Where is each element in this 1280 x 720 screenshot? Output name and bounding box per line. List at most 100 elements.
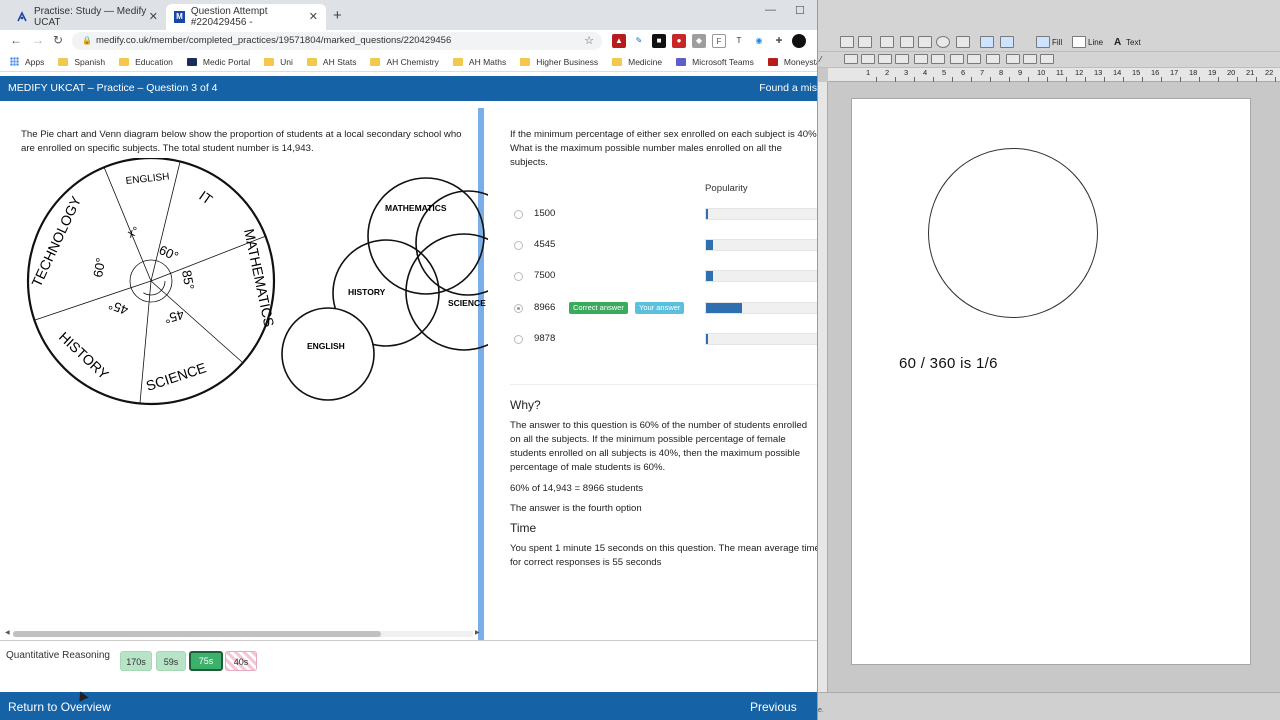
italic-icon[interactable]: ⁄ bbox=[820, 55, 821, 64]
option-value: 1500 bbox=[534, 208, 556, 219]
apps-grid-icon bbox=[10, 57, 19, 66]
bullets-icon[interactable] bbox=[914, 54, 928, 64]
bookmark-ah-stats[interactable]: AH Stats bbox=[306, 57, 356, 67]
font-size-icon[interactable] bbox=[986, 54, 1000, 64]
profile-icon[interactable] bbox=[792, 34, 806, 48]
text-label[interactable]: Text bbox=[1126, 38, 1141, 47]
bookmark-star-icon[interactable]: ☆ bbox=[584, 32, 594, 50]
bookmark-ah-chemistry[interactable]: AH Chemistry bbox=[370, 57, 439, 67]
ruler-tick bbox=[1256, 77, 1257, 82]
answer-option[interactable]: 1500 bbox=[514, 208, 817, 222]
indent-increase-icon[interactable] bbox=[967, 54, 981, 64]
url-field[interactable]: 🔒 medify.co.uk/member/completed_practice… bbox=[72, 32, 602, 50]
shrink-font-icon[interactable] bbox=[1023, 54, 1037, 64]
grid-tool-icon[interactable] bbox=[900, 36, 914, 48]
image-tool-icon[interactable] bbox=[918, 36, 932, 48]
bookmark-uni[interactable]: Uni bbox=[264, 57, 293, 67]
indent-decrease-icon[interactable] bbox=[950, 54, 964, 64]
radio-button[interactable] bbox=[514, 304, 523, 313]
shape-tool-icon[interactable] bbox=[840, 36, 854, 48]
popularity-fill bbox=[706, 334, 708, 344]
bookmark-ah-maths[interactable]: AH Maths bbox=[452, 57, 506, 67]
reload-icon[interactable]: ↻ bbox=[53, 33, 63, 47]
numbering-icon[interactable] bbox=[931, 54, 945, 64]
scroll-thumb[interactable] bbox=[13, 631, 381, 637]
align-center-icon[interactable] bbox=[861, 54, 875, 64]
maximize-icon[interactable]: ☐ bbox=[795, 4, 805, 17]
previous-button[interactable]: Previous bbox=[750, 692, 797, 720]
grey-extension-icon[interactable]: ◆ bbox=[692, 34, 706, 48]
bookmark-medicine[interactable]: Medicine bbox=[612, 57, 662, 67]
grow-font-icon[interactable] bbox=[1006, 54, 1020, 64]
bookmark-education[interactable]: Education bbox=[119, 57, 173, 67]
answer-option[interactable]: 9878 bbox=[514, 333, 817, 347]
pen-extension-icon[interactable]: ✎ bbox=[632, 34, 646, 48]
bookmark-moneystats[interactable]: Moneystats bbox=[767, 57, 817, 67]
arrange-icon[interactable] bbox=[956, 36, 970, 48]
ruler-tick bbox=[1009, 77, 1010, 82]
line-label[interactable]: Line bbox=[1088, 38, 1103, 47]
question-3-button[interactable]: 75s bbox=[189, 651, 223, 671]
answer-option[interactable]: 4545 bbox=[514, 239, 817, 253]
popularity-fill bbox=[706, 303, 742, 313]
answer-option[interactable]: 8966 Correct answer Your answer bbox=[514, 302, 817, 316]
print-icon[interactable] bbox=[880, 36, 894, 48]
select-tool-icon[interactable] bbox=[1000, 36, 1014, 48]
text-color-icon[interactable]: A bbox=[1114, 37, 1121, 48]
bookmark-higher-business[interactable]: Higher Business bbox=[520, 57, 598, 67]
lock-icon: 🔒 bbox=[82, 36, 92, 45]
red-extension-icon[interactable]: ● bbox=[672, 34, 686, 48]
scroll-left-icon[interactable]: ◀ bbox=[5, 629, 10, 636]
audio-extension-icon[interactable]: ◉ bbox=[752, 34, 766, 48]
scroll-right-icon[interactable]: ▶ bbox=[475, 629, 480, 636]
tab-question-attempt[interactable]: M Question Attempt #220429456 - ✕ bbox=[166, 4, 326, 30]
question-2-button[interactable]: 59s bbox=[156, 651, 186, 671]
close-tab-icon[interactable]: ✕ bbox=[309, 10, 318, 23]
justify-icon[interactable] bbox=[895, 54, 909, 64]
radio-button[interactable] bbox=[514, 272, 523, 281]
answer-option[interactable]: 7500 bbox=[514, 270, 817, 284]
info-icon[interactable] bbox=[936, 36, 950, 48]
text-note[interactable]: 60 / 360 is 1/6 bbox=[899, 355, 998, 372]
fill-label[interactable]: Fill bbox=[1052, 38, 1062, 47]
fill-color-icon[interactable] bbox=[1036, 36, 1050, 48]
bookmark-apps[interactable]: Apps bbox=[10, 57, 44, 67]
bookmark-medic-portal[interactable]: Medic Portal bbox=[186, 57, 250, 67]
bookmark-microsoft-teams[interactable]: Microsoft Teams bbox=[676, 57, 754, 67]
bookmark-spanish[interactable]: Spanish bbox=[58, 57, 105, 67]
drawing-page[interactable]: 60 / 360 is 1/6 bbox=[851, 98, 1251, 665]
minimize-icon[interactable]: — bbox=[765, 4, 776, 16]
square-extension-icon[interactable]: ■ bbox=[652, 34, 666, 48]
question-1-button[interactable]: 170s bbox=[120, 651, 152, 671]
text-extension-icon[interactable]: T bbox=[732, 34, 746, 48]
forward-icon[interactable]: → bbox=[32, 33, 44, 47]
ruler-tick bbox=[971, 77, 972, 82]
align-right-icon[interactable] bbox=[878, 54, 892, 64]
option-value: 9878 bbox=[534, 333, 556, 344]
new-tab-icon[interactable]: + bbox=[333, 7, 342, 24]
f-extension-icon[interactable]: F bbox=[712, 34, 726, 48]
popularity-fill bbox=[706, 240, 713, 250]
horizontal-scrollbar[interactable]: ◀ ▶ bbox=[5, 629, 480, 638]
tab-practise[interactable]: Practise: Study — Medify UCAT ✕ bbox=[8, 4, 166, 30]
radio-button[interactable] bbox=[514, 210, 523, 219]
paragraph-toolbar: ⁄ bbox=[818, 52, 1280, 68]
tab-title: Question Attempt #220429456 - bbox=[190, 6, 268, 28]
question-text: If the minimum percentage of either sex … bbox=[510, 129, 817, 168]
found-mistake-link[interactable]: Found a mis bbox=[759, 76, 817, 101]
radio-button[interactable] bbox=[514, 335, 523, 344]
folder-icon bbox=[452, 57, 463, 66]
question-4-button[interactable]: 40s bbox=[225, 651, 257, 671]
circle-shape[interactable] bbox=[928, 148, 1098, 318]
return-to-overview-button[interactable]: Return to Overview bbox=[8, 692, 111, 720]
align-tool-icon[interactable] bbox=[858, 36, 872, 48]
table-tool-icon[interactable] bbox=[980, 36, 994, 48]
close-tab-icon[interactable]: ✕ bbox=[149, 10, 158, 23]
back-icon[interactable]: ← bbox=[10, 33, 22, 47]
line-color-icon[interactable] bbox=[1072, 36, 1086, 48]
radio-button[interactable] bbox=[514, 241, 523, 250]
align-left-icon[interactable] bbox=[844, 54, 858, 64]
spacing-icon[interactable] bbox=[1040, 54, 1054, 64]
pdf-extension-icon[interactable]: ▲ bbox=[612, 34, 626, 48]
puzzle-extension-icon[interactable]: ✚ bbox=[772, 34, 786, 48]
